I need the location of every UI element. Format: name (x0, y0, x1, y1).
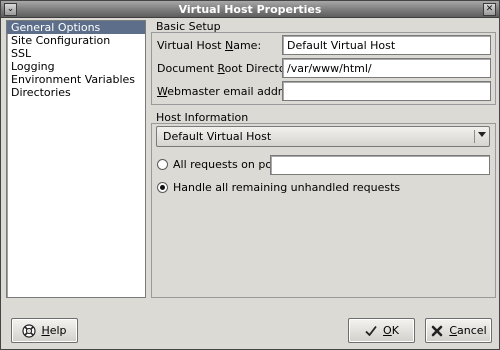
help-lifebuoy-icon (22, 323, 37, 338)
sidebar-item-general-options[interactable]: General Options (7, 21, 145, 34)
sidebar-item-logging[interactable]: Logging (7, 60, 145, 73)
checkmark-icon (364, 324, 378, 338)
title-bar[interactable]: ⌄ Virtual Host Properties ✕ (1, 1, 499, 18)
close-icon[interactable]: ✕ (483, 3, 496, 16)
ok-button[interactable]: OK (348, 318, 415, 343)
radio-selected-dot (160, 185, 165, 190)
virtual-host-type-select[interactable]: Default Virtual Host (156, 126, 490, 147)
sidebar-item-ssl[interactable]: SSL (7, 47, 145, 60)
all-requests-radio-row[interactable]: All requests on port: (157, 158, 285, 171)
sidebar-list[interactable]: General Options Site Configuration SSL L… (6, 20, 146, 298)
virtual-host-type-value: Default Virtual Host (163, 130, 272, 143)
sidebar-item-site-configuration[interactable]: Site Configuration (7, 34, 145, 47)
combo-separator (474, 130, 475, 143)
sidebar-item-environment-variables[interactable]: Environment Variables (7, 73, 145, 86)
host-information-frame (151, 123, 496, 298)
port-input[interactable] (270, 155, 490, 175)
dialog-window: ⌄ Virtual Host Properties ✕ General Opti… (0, 0, 500, 350)
cross-icon (430, 324, 444, 338)
window-title: Virtual Host Properties (178, 3, 322, 16)
doc-root-input[interactable] (282, 58, 491, 78)
cancel-button-label: Cancel (449, 324, 487, 337)
unhandled-requests-radio-row[interactable]: Handle all remaining unhandled requests (157, 181, 400, 194)
vhost-name-input[interactable] (282, 35, 491, 55)
sidebar-item-directories[interactable]: Directories (7, 86, 145, 99)
cancel-button[interactable]: Cancel (425, 318, 492, 343)
help-button[interactable]: Help (11, 318, 78, 343)
ok-button-label: OK (383, 324, 399, 337)
doc-root-label: Document Root Directory: (157, 62, 300, 75)
all-requests-label: All requests on port: (173, 158, 285, 171)
unhandled-requests-label: Handle all remaining unhandled requests (173, 181, 401, 194)
unhandled-requests-radio[interactable] (157, 182, 168, 193)
webmaster-email-input[interactable] (282, 81, 491, 101)
vhost-name-label: Virtual Host Name: (157, 39, 262, 52)
all-requests-radio[interactable] (157, 159, 168, 170)
help-button-label: Help (41, 324, 67, 337)
chevron-down-icon[interactable] (478, 132, 486, 137)
